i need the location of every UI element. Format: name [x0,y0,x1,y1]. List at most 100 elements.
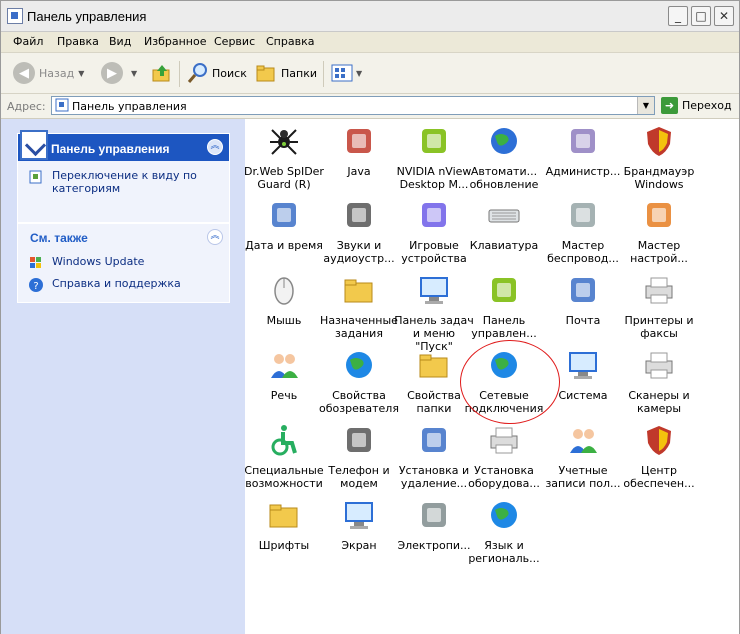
control-panel-icon [20,130,48,160]
item-label: Свойства обозревателя [319,389,399,415]
control-panel-window: Панель управления _ □ ✕ Файл Правка Вид … [0,0,740,634]
calendar-clock-icon [272,203,296,227]
control-panel-item[interactable]: Дата и время [244,198,324,252]
system-icon [569,352,597,379]
up-folder-button[interactable] [151,62,173,84]
control-panel-item[interactable]: NVIDIA nView Desktop M... [394,124,474,191]
back-dropdown-icon[interactable]: ▼ [78,69,84,78]
control-panel-item[interactable]: Шрифты [244,498,324,552]
control-panel-panel-header[interactable]: Панель управления ︽ [18,130,229,161]
views-dropdown-icon[interactable]: ▼ [356,69,362,78]
nvidia-panel-icon [492,278,516,302]
item-label: Специальные возможности [244,464,324,490]
control-panel-item[interactable]: Почта [543,273,623,327]
control-panel-item[interactable]: Мастер настрой... [619,198,699,265]
forward-button[interactable]: ▶ ▼ [101,62,137,84]
menu-tools[interactable]: Сервис [214,35,255,48]
switch-to-category-view-link[interactable]: Переключение к виду по категориям [28,169,219,195]
item-label: NVIDIA nView Desktop M... [396,165,472,191]
control-panel-item[interactable]: Центр обеспечен... [619,423,699,490]
item-label: Установка и удаление... [398,464,470,490]
collapse-chevron-icon[interactable]: ︽ [207,229,223,245]
go-label: Переход [682,99,732,112]
category-view-icon [29,170,42,184]
item-label: Панель управлен... [471,314,537,340]
maximize-button[interactable]: □ [691,6,711,26]
menu-file[interactable]: Файл [13,35,43,48]
forward-dropdown-icon[interactable]: ▼ [131,69,137,78]
search-label: Поиск [212,66,247,80]
search-button[interactable]: Поиск [187,62,247,84]
minimize-button[interactable]: _ [668,6,688,26]
control-panel-item[interactable]: Речь [244,348,324,402]
panel-title: См. также [30,231,88,245]
control-panel-item[interactable]: Мышь [244,273,324,327]
control-panel-item[interactable]: Электропи... [394,498,474,552]
item-label: Мастер настрой... [630,239,688,265]
control-panel-item[interactable]: Назначенные задания [319,273,399,340]
folder-options-icon [419,354,448,378]
help-icon: ? [29,278,43,292]
collapse-chevron-icon[interactable]: ︽ [207,139,223,155]
control-panel-item[interactable]: Администр... [543,124,623,178]
phone-modem-icon [347,428,371,452]
control-panel-item[interactable]: Звуки и аудиоустр... [319,198,399,265]
address-dropdown-icon[interactable]: ▼ [637,97,654,114]
control-panel-item[interactable]: Брандмауэр Windows [619,124,699,191]
control-panel-item[interactable]: Специальные возможности [244,423,324,490]
control-panel-item[interactable]: Установка и удаление... [394,423,474,490]
back-arrow-icon: ◀ [13,62,35,84]
see-also-header[interactable]: См. также ︽ [18,224,229,251]
scanner-camera-icon [645,352,673,379]
control-panel-item[interactable]: Экран [319,498,399,552]
control-panel-item[interactable]: Язык и региональ... [464,498,544,565]
address-input[interactable]: Панель управления ▼ [51,96,655,115]
folders-label: Папки [281,66,317,80]
control-panel-item[interactable]: Учетные записи пол... [543,423,623,490]
item-label: Электропи... [397,539,471,552]
menu-edit[interactable]: Правка [57,35,99,48]
help-and-support-link[interactable]: ? Справка и поддержка [28,277,219,293]
control-panel-item[interactable]: Dr.Web SpIDer Guard (R) [244,124,324,191]
window-title: Панель управления [27,9,147,24]
control-panel-item[interactable]: Java [319,124,399,178]
link-label: Windows Update [52,255,145,268]
control-panel-item[interactable]: Автомати... обновление [464,124,544,191]
control-panel-item[interactable]: Панель управлен... [464,273,544,340]
control-panel-item[interactable]: Клавиатура [464,198,544,252]
control-panel-item[interactable]: Мастер беспровод... [543,198,623,265]
item-label: Звуки и аудиоустр... [323,239,395,265]
folders-button[interactable]: Папки [255,62,317,84]
toolbar-separator [323,61,324,87]
item-label: Шрифты [258,539,310,552]
windows-update-link[interactable]: Windows Update [28,255,219,271]
gamepad-icon [422,203,446,227]
item-label: Речь [270,389,298,402]
mail-icon [571,278,595,302]
go-button[interactable]: ➜ Переход [661,97,732,114]
control-panel-item[interactable]: Панель задач и меню "Пуск" [394,273,474,353]
java-cup-icon [347,129,371,153]
close-button[interactable]: ✕ [714,6,734,26]
menu-help[interactable]: Справка [266,35,314,48]
control-panel-item[interactable]: Игровые устройства [394,198,474,265]
control-panel-item[interactable]: Телефон и модем [319,423,399,490]
item-label: Телефон и модем [328,464,390,490]
control-panel-item[interactable]: Принтеры и факсы [619,273,699,340]
views-button[interactable]: ▼ [331,62,362,84]
nvidia-icon [422,129,446,153]
control-panel-item[interactable]: Установка оборудова... [464,423,544,490]
back-button[interactable]: ◀ Назад ▼ [13,62,84,84]
title-bar[interactable]: Панель управления _ □ ✕ [1,1,739,32]
item-label: Брандмауэр Windows [623,165,695,191]
menu-favorites[interactable]: Избранное [144,35,206,48]
control-panel-item[interactable]: Сканеры и камеры [619,348,699,415]
panel-body: Windows Update ? Справка и поддержка [18,251,229,307]
item-label: Клавиатура [469,239,539,252]
menu-view[interactable]: Вид [109,35,131,48]
control-panel-item[interactable]: Свойства обозревателя [319,348,399,415]
accessibility-icon [271,425,297,456]
item-label: Игровые устройства [401,239,467,265]
add-hardware-icon [490,427,518,454]
task-pane: Панель управления ︽ Переключение к виду … [1,119,245,634]
